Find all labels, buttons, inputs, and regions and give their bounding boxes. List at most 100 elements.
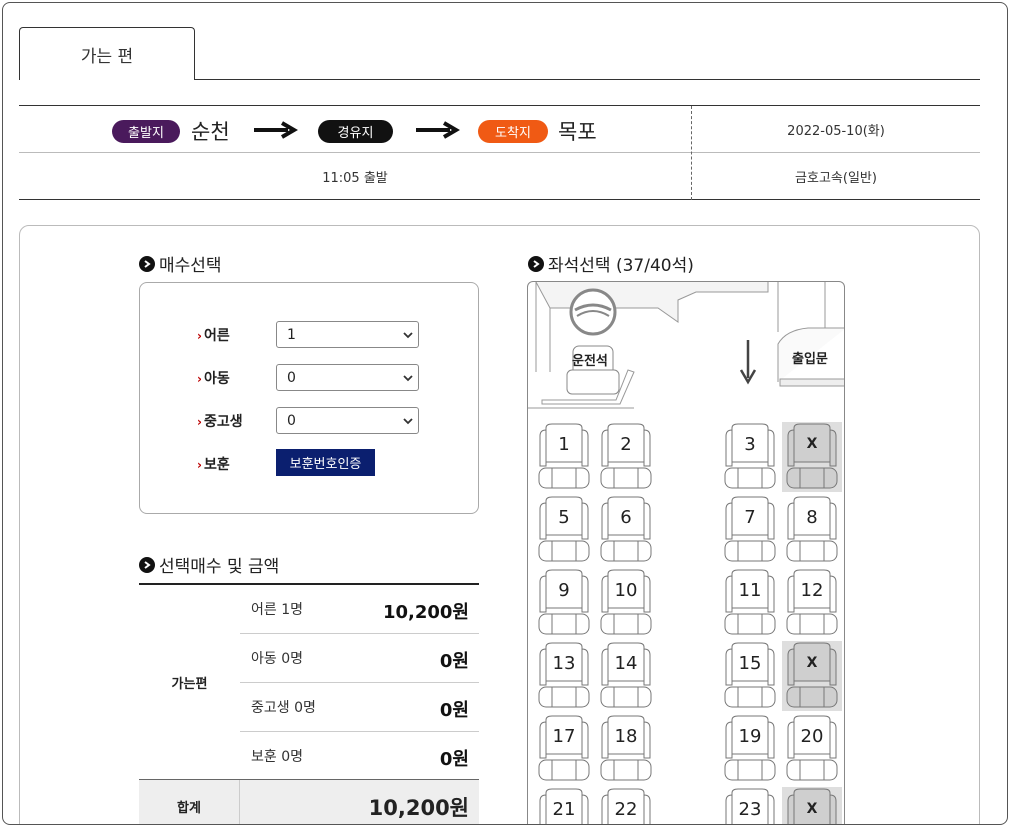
count-label: › 보훈 xyxy=(197,457,230,473)
child-count-select[interactable]: 0 xyxy=(276,364,419,391)
route-stops: 출발지 순천 경유지 도착지 목포 xyxy=(19,106,691,153)
seat-number: X xyxy=(806,655,818,671)
adult-count-select[interactable]: 1 xyxy=(276,321,419,348)
seat-icon xyxy=(538,569,590,635)
seat-button[interactable]: 7 xyxy=(720,495,780,565)
seat-button[interactable]: 3 xyxy=(720,422,780,492)
seat-section-title: 좌석선택 (37/40석) xyxy=(528,251,694,276)
seat-number: 10 xyxy=(614,580,638,601)
seat-number: 23 xyxy=(738,799,762,820)
seat-icon xyxy=(538,642,590,708)
seat-icon xyxy=(782,422,842,492)
seat-button[interactable]: 1 xyxy=(534,422,594,492)
seat-taken: X xyxy=(782,422,842,492)
seat-icon xyxy=(786,715,838,781)
seat-icon xyxy=(724,496,776,562)
tab-outbound[interactable]: 가는 편 xyxy=(19,27,195,80)
seat-button[interactable]: 8 xyxy=(782,495,842,565)
seat-number: 13 xyxy=(552,653,576,674)
seat-icon xyxy=(724,569,776,635)
price-row-amount: 10,200원 xyxy=(382,602,469,623)
seat-taken: X xyxy=(782,787,842,824)
departure-time: 11:05 출발 xyxy=(322,171,388,186)
count-label: › 아동 xyxy=(197,371,230,387)
route-info: 출발지 순천 경유지 도착지 목포 2022-05-10(화) 11:05 출발… xyxy=(19,105,980,200)
price-row-name: 보훈 0명 xyxy=(251,749,303,765)
seat-icon xyxy=(600,569,652,635)
chevron-circle-icon xyxy=(139,556,155,573)
seat-button[interactable]: 11 xyxy=(720,568,780,638)
chevron-down-icon xyxy=(403,375,413,382)
chevron-circle-icon xyxy=(528,255,544,272)
chevron-down-icon xyxy=(403,418,413,425)
seat-icon xyxy=(600,642,652,708)
seat-icon xyxy=(724,715,776,781)
seat-number: 7 xyxy=(744,507,756,528)
price-row-amount: 0원 xyxy=(439,749,469,770)
bus-seat-map: 운전석 출입문 1 2 3 X 5 6 7 8 9 10 11 12 13 14 15 X 17 18 19 20 21… xyxy=(527,281,845,824)
total-amount: 10,200원 xyxy=(368,796,469,820)
total-label: 합계 xyxy=(139,780,240,824)
price-row-name: 어른 1명 xyxy=(251,602,303,618)
seat-number: X xyxy=(806,801,818,817)
chevron-right-icon: › xyxy=(197,458,202,472)
seat-button[interactable]: 22 xyxy=(596,787,656,824)
seat-button[interactable]: 17 xyxy=(534,714,594,784)
chevron-circle-icon xyxy=(139,255,155,272)
count-title-text: 매수선택 xyxy=(159,256,222,276)
seat-number: 11 xyxy=(738,580,762,601)
seat-icon xyxy=(786,496,838,562)
seat-number: 18 xyxy=(614,726,638,747)
seat-number: 1 xyxy=(558,434,570,455)
seat-number: 14 xyxy=(614,653,638,674)
seat-button[interactable]: 10 xyxy=(596,568,656,638)
seat-button[interactable]: 20 xyxy=(782,714,842,784)
seat-number: X xyxy=(806,436,818,452)
bus-operator: 금호고속(일반) xyxy=(795,171,877,186)
price-row: 어른 1명 10,200원 xyxy=(240,585,479,634)
count-select-box: › 어른 1 › 아동 0 › 중고생 0 › 보훈 보훈번호인증 xyxy=(139,282,479,514)
price-row: 중고생 0명 0원 xyxy=(240,683,479,732)
seat-number: 21 xyxy=(552,799,576,820)
seat-number: 17 xyxy=(552,726,576,747)
steering-wheel-icon xyxy=(566,288,620,395)
price-row-name: 아동 0명 xyxy=(251,651,303,667)
seat-icon xyxy=(600,715,652,781)
price-row-amount: 0원 xyxy=(439,651,469,672)
count-section-title: 매수선택 xyxy=(139,251,222,276)
arrow-right-icon xyxy=(416,121,460,139)
seat-button[interactable]: 6 xyxy=(596,495,656,565)
seat-number: 6 xyxy=(620,507,632,528)
price-total-row: 합계 10,200원 xyxy=(139,779,479,824)
seat-button[interactable]: 5 xyxy=(534,495,594,565)
seat-icon xyxy=(600,423,652,489)
seat-button[interactable]: 23 xyxy=(720,787,780,824)
seat-button[interactable]: 15 xyxy=(720,641,780,711)
seat-button[interactable]: 18 xyxy=(596,714,656,784)
arrival-badge: 도착지 xyxy=(478,120,548,143)
seat-icon xyxy=(538,423,590,489)
driver-seat-label: 운전석 xyxy=(572,354,608,369)
seat-button[interactable]: 19 xyxy=(720,714,780,784)
price-title-text: 선택매수 및 금액 xyxy=(159,557,280,577)
seat-button[interactable]: 21 xyxy=(534,787,594,824)
veteran-auth-button[interactable]: 보훈번호인증 xyxy=(276,449,375,476)
student-count-select[interactable]: 0 xyxy=(276,407,419,434)
seat-button[interactable]: 2 xyxy=(596,422,656,492)
departure-badge: 출발지 xyxy=(112,120,180,143)
seat-icon xyxy=(786,569,838,635)
reservation-window: 가는 편 출발지 순천 경유지 도착지 목포 2022-05-10(화) 11:… xyxy=(2,2,1008,825)
seat-button[interactable]: 12 xyxy=(782,568,842,638)
seat-button[interactable]: 9 xyxy=(534,568,594,638)
seat-button[interactable]: 13 xyxy=(534,641,594,711)
seat-number: 15 xyxy=(738,653,762,674)
seat-number: 3 xyxy=(744,434,756,455)
trip-label: 가는편 xyxy=(171,676,208,692)
seat-button[interactable]: 14 xyxy=(596,641,656,711)
seat-number: 19 xyxy=(738,726,762,747)
arrow-right-icon xyxy=(254,121,298,139)
seat-icon xyxy=(724,423,776,489)
seat-icon xyxy=(724,642,776,708)
price-section-title: 선택매수 및 금액 xyxy=(139,552,279,577)
departure-city: 순천 xyxy=(191,120,230,144)
